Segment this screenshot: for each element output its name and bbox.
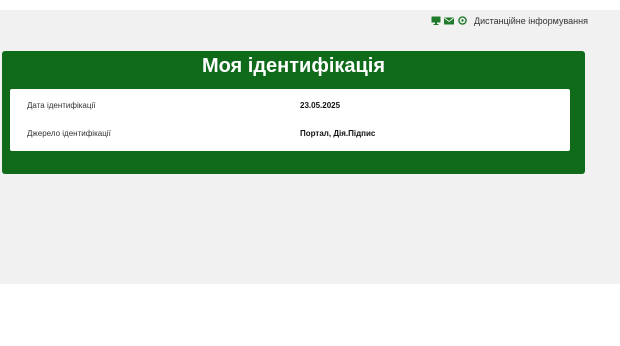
identification-source-value: Портал, Дія.Підпис [300,129,376,138]
identification-source-row: Джерело ідентифікації Портал, Дія.Підпис [10,127,570,143]
identification-panel: Моя ідентифікація Дата ідентифікації 23.… [2,51,585,174]
identification-card: Дата ідентифікації 23.05.2025 Джерело ід… [10,89,570,151]
identification-date-value: 23.05.2025 [300,101,341,110]
identification-source-label: Джерело ідентифікації [27,129,111,138]
identification-date-row: Дата ідентифікації 23.05.2025 [10,99,570,115]
mail-icon[interactable] [444,16,454,25]
remote-notification-link[interactable]: Дистанційне інформування [474,16,588,26]
identification-date-label: Дата ідентифікації [27,101,96,110]
panel-title: Моя ідентифікація [201,55,386,77]
topbar-icon-group [431,16,467,25]
settings-icon[interactable] [457,16,467,25]
monitor-icon[interactable] [431,16,441,25]
